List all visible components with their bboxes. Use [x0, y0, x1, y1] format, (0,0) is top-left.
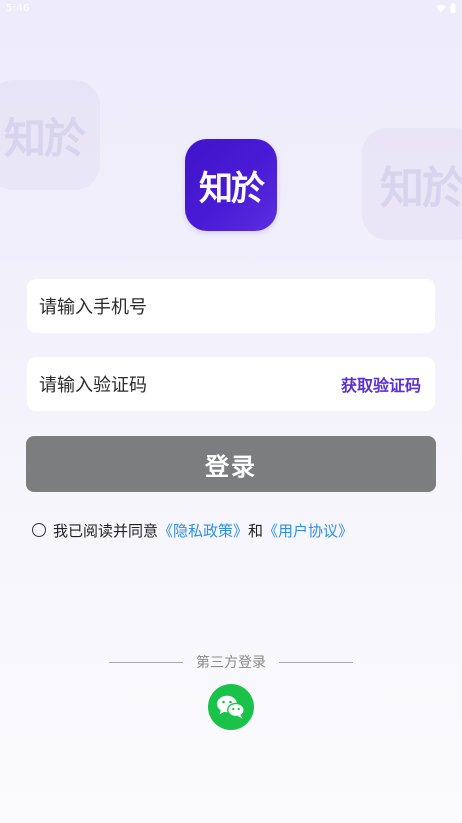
background-logo-left: 知於 [0, 80, 100, 190]
code-field: 获取验证码 [27, 357, 435, 413]
wifi-icon [436, 4, 446, 12]
divider-right [279, 661, 353, 663]
wechat-login-button[interactable] [208, 684, 254, 730]
status-bar: 5:46 [0, 0, 462, 20]
third-party-login-label: 第三方登录 [196, 655, 266, 671]
agreement-conjunction: 和 [248, 521, 264, 540]
battery-icon [450, 3, 456, 13]
login-screen: 5:46 知於 知於 知於 获取验证码 登录 我已阅读并同意 《隐私政策》 和 … [0, 0, 462, 823]
third-party-login-header: 第三方登录 [0, 652, 462, 672]
app-logo-text: 知於 [199, 168, 265, 209]
verification-code-input[interactable] [37, 357, 321, 413]
get-code-button[interactable]: 获取验证码 [341, 357, 421, 411]
radio-unchecked-icon[interactable] [32, 523, 46, 537]
privacy-policy-link[interactable]: 《隐私政策》 [158, 520, 248, 541]
agreement-prefix: 我已阅读并同意 [53, 521, 159, 540]
phone-input[interactable] [37, 279, 429, 335]
status-time: 5:46 [6, 3, 30, 14]
user-agreement-link[interactable]: 《用户协议》 [263, 520, 353, 541]
wechat-icon [217, 695, 245, 719]
status-icons [436, 3, 456, 13]
background-logo-right: 知於 [362, 128, 462, 240]
agreement-row: 我已阅读并同意 《隐私政策》 和 《用户协议》 [32, 518, 353, 542]
phone-field [27, 279, 435, 335]
login-button-label: 登录 [205, 452, 257, 481]
login-button[interactable]: 登录 [26, 436, 436, 492]
app-logo: 知於 [185, 139, 277, 231]
divider-left [109, 661, 183, 663]
